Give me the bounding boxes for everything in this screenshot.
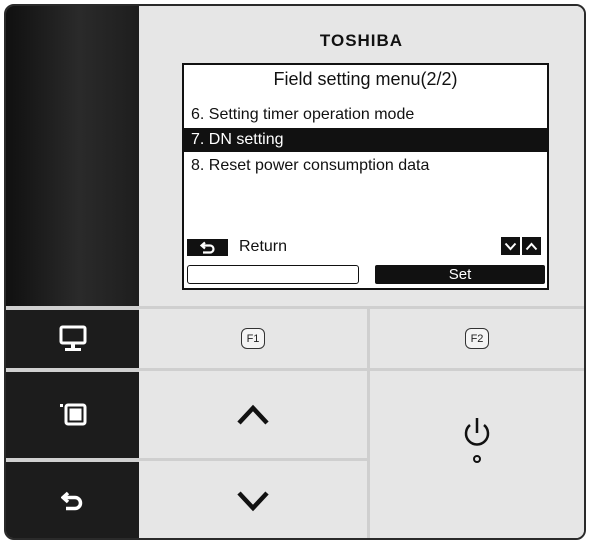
front-panel: TOSHIBA Field setting menu(2/2) 6. Setti… [139,6,584,306]
lcd-screen: Field setting menu(2/2) 6. Setting timer… [182,63,549,290]
f2-key-label: F2 [465,328,489,349]
chevron-down-icon [237,490,269,511]
strip-top-panel [6,6,139,306]
monitor-icon [59,325,86,351]
f1-button[interactable]: F1 [139,309,367,368]
f1-key-label: F1 [241,328,265,349]
brand-logo: TOSHIBA [319,31,404,50]
menu-item-reset-power[interactable]: 8. Reset power consumption data [184,154,547,178]
power-button[interactable] [370,371,584,538]
chevron-down-icon [501,237,520,255]
f2-softkey-label: Set [375,265,545,284]
chevron-up-icon [237,404,269,425]
menu-item-timer-mode[interactable]: 6. Setting timer operation mode [184,103,547,127]
window-button[interactable] [6,372,139,458]
return-hint: Return [187,237,287,257]
up-button[interactable] [139,371,367,458]
menu-button[interactable] [6,310,139,368]
scroll-indicator [501,237,541,255]
f1-softkey-label [187,265,359,284]
menu-item-dn-setting[interactable]: 7. DN setting [184,128,547,152]
return-arrow-icon [60,491,82,511]
return-key-icon [187,238,228,256]
down-button[interactable] [139,461,367,538]
power-icon [464,417,490,463]
window-icon [59,403,86,426]
return-label: Return [239,238,288,255]
chevron-up-icon [522,237,541,255]
screen-title: Field setting menu(2/2) [273,69,458,89]
f2-button[interactable]: F2 [370,309,584,368]
back-button[interactable] [6,462,139,538]
remote-controller: TOSHIBA Field setting menu(2/2) 6. Setti… [4,4,586,540]
